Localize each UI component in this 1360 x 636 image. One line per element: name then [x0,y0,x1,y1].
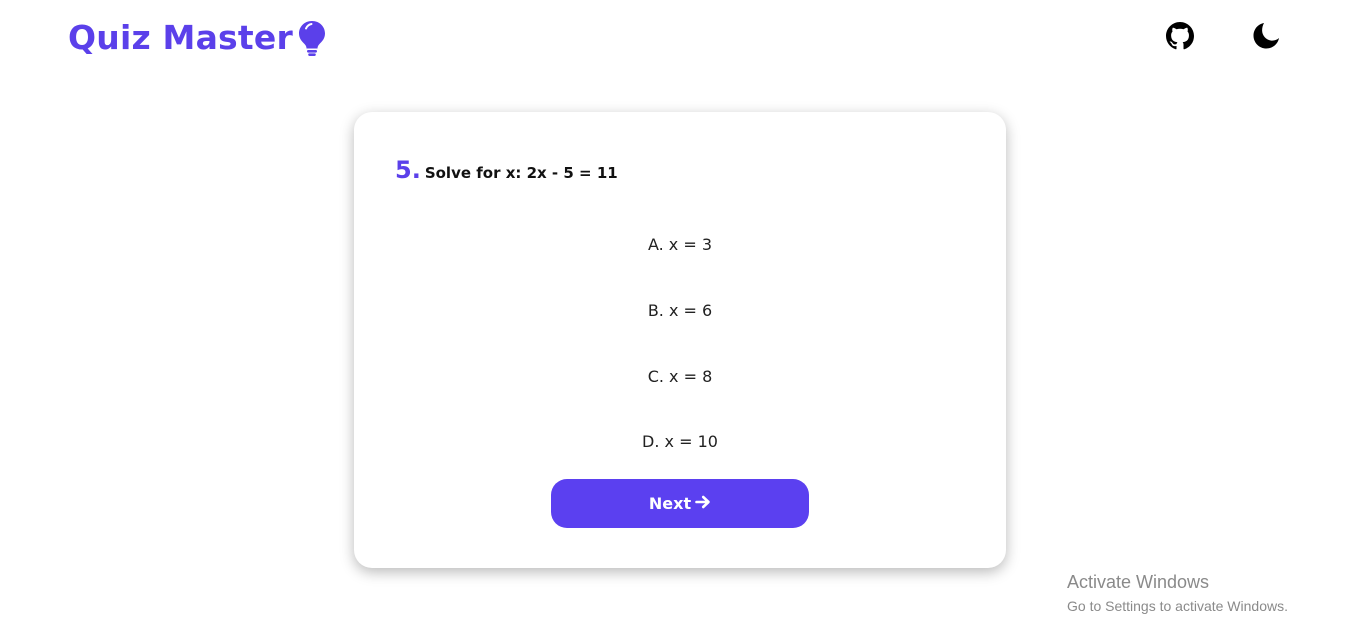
quiz-page: Quiz Master 5. Solve for x: 2x - 5 = 11 [0,0,1360,636]
quiz-card: 5. Solve for x: 2x - 5 = 11 A. x = 3 B. … [354,112,1006,568]
question-number: 5. [395,156,421,184]
question: 5. Solve for x: 2x - 5 = 11 [395,156,618,184]
lightbulb-icon [297,19,327,57]
answer-options: A. x = 3 B. x = 6 C. x = 8 D. x = 10 [354,212,1006,475]
moon-icon[interactable] [1250,20,1282,52]
activation-watermark: Activate Windows Go to Settings to activ… [1067,571,1288,616]
arrow-right-icon [695,494,711,513]
header-actions [1164,20,1282,52]
github-icon[interactable] [1164,20,1196,52]
answer-option-d[interactable]: D. x = 10 [580,409,780,475]
answer-option-c[interactable]: C. x = 8 [580,343,780,409]
question-text: Solve for x: 2x - 5 = 11 [424,164,618,182]
activation-subtitle: Go to Settings to activate Windows. [1067,598,1288,614]
answer-option-b[interactable]: B. x = 6 [580,278,780,344]
next-button[interactable]: Next [551,479,809,528]
app-title: Quiz Master [68,18,293,57]
answer-option-a[interactable]: A. x = 3 [580,212,780,278]
next-button-label: Next [648,494,692,513]
brand: Quiz Master [68,18,327,57]
activation-title: Activate Windows [1067,572,1210,592]
